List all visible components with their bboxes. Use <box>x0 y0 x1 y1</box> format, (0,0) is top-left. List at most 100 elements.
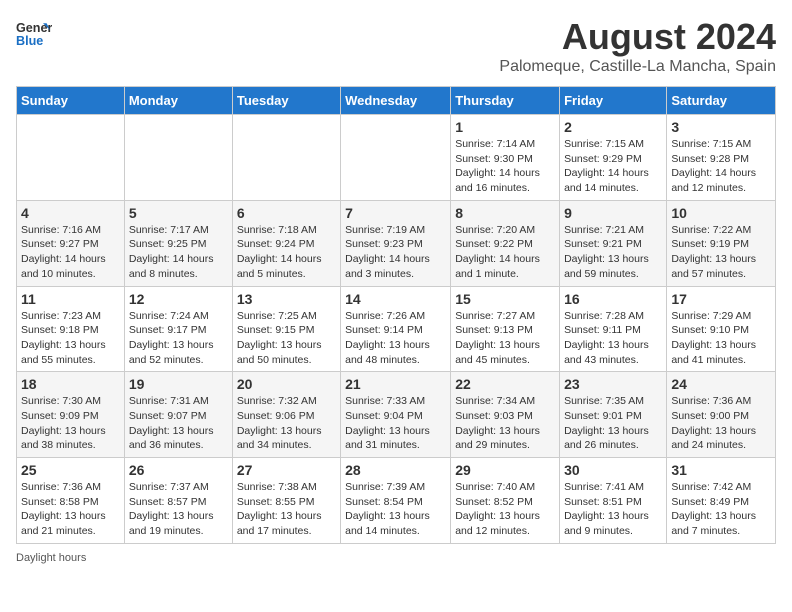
day-info: Sunrise: 7:33 AM Sunset: 9:04 PM Dayligh… <box>345 394 446 453</box>
day-info: Sunrise: 7:35 AM Sunset: 9:01 PM Dayligh… <box>564 394 662 453</box>
calendar-cell: 11Sunrise: 7:23 AM Sunset: 9:18 PM Dayli… <box>17 286 125 372</box>
calendar-cell: 26 Sunrise: 7:37 AM Sunset: 8:57 PM Dayli… <box>124 458 232 544</box>
title-block: August 2024 Palomeque, Castille-La Manch… <box>499 16 776 76</box>
day-number: 24 <box>671 376 771 392</box>
calendar-cell <box>341 115 451 201</box>
day-info: Sunrise: 7:21 AM Sunset: 9:21 PM Dayligh… <box>564 223 662 282</box>
calendar-cell: 20 Sunrise: 7:32 AM Sunset: 9:06 PM Dayli… <box>232 372 340 458</box>
day-info: Sunrise: 7:34 AM Sunset: 9:03 PM Dayligh… <box>455 394 555 453</box>
calendar-cell: 18Sunrise: 7:30 AM Sunset: 9:09 PM Dayli… <box>17 372 125 458</box>
day-info: Sunrise: 7:29 AM Sunset: 9:10 PM Dayligh… <box>671 309 771 368</box>
day-info: Sunrise: 7:14 AM Sunset: 9:30 PM Dayligh… <box>455 137 555 196</box>
day-number: 15 <box>455 291 555 307</box>
calendar-cell: 27 Sunrise: 7:38 AM Sunset: 8:55 PM Dayli… <box>232 458 340 544</box>
calendar-cell: 2 Sunrise: 7:15 AM Sunset: 9:29 PM Daylig… <box>560 115 667 201</box>
logo: General Blue <box>16 16 52 52</box>
day-number: 21 <box>345 376 446 392</box>
day-info: Sunrise: 7:37 AM Sunset: 8:57 PM Dayligh… <box>129 480 228 539</box>
calendar-cell <box>17 115 125 201</box>
calendar-cell: 25 Sunrise: 7:36 AM Sunset: 8:58 PM Dayli… <box>17 458 125 544</box>
day-number: 2 <box>564 119 662 135</box>
calendar-cell: 24 Sunrise: 7:36 AM Sunset: 9:00 PM Dayli… <box>667 372 776 458</box>
day-info: Sunrise: 7:22 AM Sunset: 9:19 PM Dayligh… <box>671 223 771 282</box>
day-info: Sunrise: 7:36 AM Sunset: 8:58 PM Dayligh… <box>21 480 120 539</box>
svg-text:Blue: Blue <box>16 34 43 48</box>
calendar-subtitle: Palomeque, Castille-La Mancha, Spain <box>499 58 776 76</box>
day-header-monday: Monday <box>124 87 232 115</box>
day-number: 20 <box>237 376 336 392</box>
calendar-cell: 31 Sunrise: 7:42 AM Sunset: 8:49 PM Dayli… <box>667 458 776 544</box>
day-info: Sunrise: 7:24 AM Sunset: 9:17 PM Dayligh… <box>129 309 228 368</box>
calendar-cell: 23 Sunrise: 7:35 AM Sunset: 9:01 PM Dayli… <box>560 372 667 458</box>
day-info: Sunrise: 7:17 AM Sunset: 9:25 PM Dayligh… <box>129 223 228 282</box>
day-header-thursday: Thursday <box>451 87 560 115</box>
calendar-cell: 17 Sunrise: 7:29 AM Sunset: 9:10 PM Dayli… <box>667 286 776 372</box>
calendar-cell: 15 Sunrise: 7:27 AM Sunset: 9:13 PM Dayli… <box>451 286 560 372</box>
calendar-cell: 28 Sunrise: 7:39 AM Sunset: 8:54 PM Dayli… <box>341 458 451 544</box>
day-info: Sunrise: 7:42 AM Sunset: 8:49 PM Dayligh… <box>671 480 771 539</box>
calendar-cell: 14 Sunrise: 7:26 AM Sunset: 9:14 PM Dayli… <box>341 286 451 372</box>
calendar-cell: 22 Sunrise: 7:34 AM Sunset: 9:03 PM Dayli… <box>451 372 560 458</box>
day-info: Sunrise: 7:20 AM Sunset: 9:22 PM Dayligh… <box>455 223 555 282</box>
day-header-sunday: Sunday <box>17 87 125 115</box>
calendar-title: August 2024 <box>499 16 776 58</box>
day-header-friday: Friday <box>560 87 667 115</box>
day-number: 31 <box>671 462 771 478</box>
footer: Daylight hours <box>16 552 776 564</box>
day-number: 28 <box>345 462 446 478</box>
day-number: 17 <box>671 291 771 307</box>
calendar-cell: 13Sunrise: 7:25 AM Sunset: 9:15 PM Dayli… <box>232 286 340 372</box>
calendar-cell: 9 Sunrise: 7:21 AM Sunset: 9:21 PM Daylig… <box>560 200 667 286</box>
day-header-tuesday: Tuesday <box>232 87 340 115</box>
day-info: Sunrise: 7:40 AM Sunset: 8:52 PM Dayligh… <box>455 480 555 539</box>
day-info: Sunrise: 7:36 AM Sunset: 9:00 PM Dayligh… <box>671 394 771 453</box>
day-number: 16 <box>564 291 662 307</box>
day-number: 10 <box>671 205 771 221</box>
calendar-cell: 1 Sunrise: 7:14 AM Sunset: 9:30 PM Daylig… <box>451 115 560 201</box>
day-header-saturday: Saturday <box>667 87 776 115</box>
calendar-cell: 8Sunrise: 7:20 AM Sunset: 9:22 PM Daylig… <box>451 200 560 286</box>
calendar-table: SundayMondayTuesdayWednesdayThursdayFrid… <box>16 86 776 544</box>
logo-icon: General Blue <box>16 16 52 52</box>
day-info: Sunrise: 7:30 AM Sunset: 9:09 PM Dayligh… <box>21 394 120 453</box>
day-info: Sunrise: 7:26 AM Sunset: 9:14 PM Dayligh… <box>345 309 446 368</box>
calendar-cell <box>124 115 232 201</box>
page-header: General Blue August 2024 Palomeque, Cast… <box>16 16 776 76</box>
day-info: Sunrise: 7:18 AM Sunset: 9:24 PM Dayligh… <box>237 223 336 282</box>
day-number: 9 <box>564 205 662 221</box>
day-info: Sunrise: 7:41 AM Sunset: 8:51 PM Dayligh… <box>564 480 662 539</box>
day-number: 27 <box>237 462 336 478</box>
calendar-cell: 5Sunrise: 7:17 AM Sunset: 9:25 PM Daylig… <box>124 200 232 286</box>
day-number: 30 <box>564 462 662 478</box>
calendar-cell: 4Sunrise: 7:16 AM Sunset: 9:27 PM Daylig… <box>17 200 125 286</box>
day-number: 22 <box>455 376 555 392</box>
day-info: Sunrise: 7:32 AM Sunset: 9:06 PM Dayligh… <box>237 394 336 453</box>
day-number: 1 <box>455 119 555 135</box>
day-info: Sunrise: 7:19 AM Sunset: 9:23 PM Dayligh… <box>345 223 446 282</box>
day-number: 25 <box>21 462 120 478</box>
calendar-cell: 21 Sunrise: 7:33 AM Sunset: 9:04 PM Dayli… <box>341 372 451 458</box>
day-header-wednesday: Wednesday <box>341 87 451 115</box>
calendar-cell: 12Sunrise: 7:24 AM Sunset: 9:17 PM Dayli… <box>124 286 232 372</box>
calendar-cell: 6Sunrise: 7:18 AM Sunset: 9:24 PM Daylig… <box>232 200 340 286</box>
day-number: 26 <box>129 462 228 478</box>
day-number: 23 <box>564 376 662 392</box>
day-info: Sunrise: 7:28 AM Sunset: 9:11 PM Dayligh… <box>564 309 662 368</box>
calendar-cell: 7Sunrise: 7:19 AM Sunset: 9:23 PM Daylig… <box>341 200 451 286</box>
calendar-cell: 29 Sunrise: 7:40 AM Sunset: 8:52 PM Dayli… <box>451 458 560 544</box>
day-info: Sunrise: 7:27 AM Sunset: 9:13 PM Dayligh… <box>455 309 555 368</box>
calendar-cell: 19 Sunrise: 7:31 AM Sunset: 9:07 PM Dayli… <box>124 372 232 458</box>
calendar-cell <box>232 115 340 201</box>
day-number: 29 <box>455 462 555 478</box>
day-number: 14 <box>345 291 446 307</box>
calendar-cell: 16 Sunrise: 7:28 AM Sunset: 9:11 PM Dayli… <box>560 286 667 372</box>
calendar-cell: 10 Sunrise: 7:22 AM Sunset: 9:19 PM Dayli… <box>667 200 776 286</box>
day-info: Sunrise: 7:15 AM Sunset: 9:29 PM Dayligh… <box>564 137 662 196</box>
day-info: Sunrise: 7:31 AM Sunset: 9:07 PM Dayligh… <box>129 394 228 453</box>
day-info: Sunrise: 7:39 AM Sunset: 8:54 PM Dayligh… <box>345 480 446 539</box>
day-number: 19 <box>129 376 228 392</box>
day-info: Sunrise: 7:38 AM Sunset: 8:55 PM Dayligh… <box>237 480 336 539</box>
day-number: 11 <box>21 291 120 307</box>
daylight-label: Daylight hours <box>16 552 86 564</box>
day-number: 4 <box>21 205 120 221</box>
